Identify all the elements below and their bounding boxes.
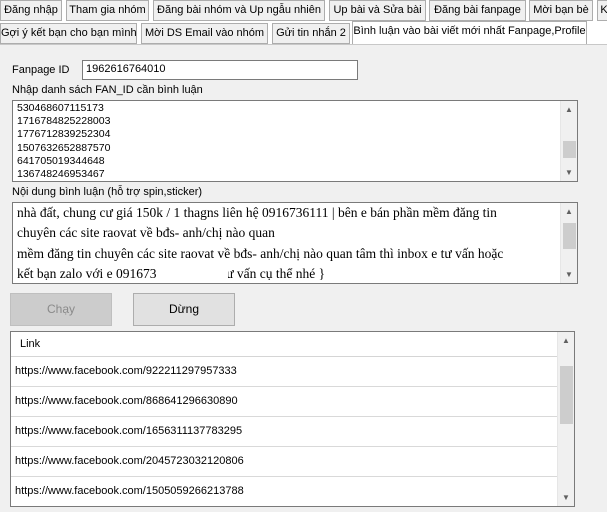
tab-login[interactable]: Đăng nhập: [0, 0, 62, 21]
fan-ids-label: Nhập danh sách FAN_ID cần bình luận: [12, 84, 203, 96]
table-row[interactable]: https://www.facebook.com/868641296630890: [11, 387, 558, 417]
tab-strip-secondary: Gợi ý kết bạn cho bạn mình Mời DS Email …: [0, 21, 607, 45]
comment-line: mềm đăng tin chuyên các site raovat về b…: [17, 245, 504, 261]
comment-text: nhà đất, chung cư giá 150k / 1 thagns li…: [17, 203, 557, 283]
tab-invite-email[interactable]: Mời DS Email vào nhóm: [141, 23, 268, 44]
fan-id-line: 641705019344648: [17, 154, 105, 167]
tab-group-post[interactable]: Đăng bài nhóm và Up ngẫu nhiên: [153, 0, 325, 21]
tab-more[interactable]: K: [597, 0, 607, 21]
comment-line: nhà đất, chung cư giá 150k / 1 thagns li…: [17, 205, 497, 220]
stop-button[interactable]: Dừng: [133, 293, 235, 326]
table-row[interactable]: https://www.facebook.com/165631113778329…: [11, 417, 558, 447]
result-links-grid[interactable]: Link https://www.facebook.com/9222112979…: [10, 331, 575, 507]
run-button[interactable]: Chạy: [10, 293, 112, 326]
redaction-smear: [313, 225, 438, 242]
fan-ids-scrollbar[interactable]: ▲ ▼: [560, 101, 577, 181]
tab-invite-friends[interactable]: Mời bạn bè: [529, 0, 593, 21]
fan-id-line: 1716784825228003: [17, 115, 111, 128]
tab-comment-latest-post[interactable]: Bình luận vào bài viết mới nhất Fanpage,…: [352, 21, 587, 44]
tab-up-edit-post[interactable]: Up bài và Sửa bài: [329, 0, 426, 21]
scroll-down-icon[interactable]: ▼: [558, 489, 574, 506]
scroll-up-icon[interactable]: ▲: [561, 101, 577, 118]
fan-id-line: 1507632652887570: [17, 141, 111, 154]
scroll-thumb[interactable]: [560, 366, 573, 424]
fan-ids-textarea[interactable]: 530468607115173 1716784825228003 1776712…: [12, 100, 578, 182]
tab-send-message-2[interactable]: Gửi tin nhắn 2: [272, 23, 350, 44]
redaction-smear: [178, 267, 228, 282]
fan-id-line: 1776712839252304: [17, 128, 111, 141]
tab-strip-primary: Đăng nhập Tham gia nhóm Đăng bài nhóm và…: [0, 0, 607, 22]
comment-line: kết bạn zalo với e 091673 để e tư vấn cụ…: [17, 265, 326, 281]
table-row[interactable]: https://www.facebook.com/204572303212080…: [11, 447, 558, 477]
scroll-thumb[interactable]: [563, 223, 576, 249]
grid-scrollbar[interactable]: ▲ ▼: [557, 332, 574, 506]
fanpage-id-input[interactable]: 1962616764010: [82, 60, 358, 80]
table-row[interactable]: https://www.facebook.com/150505926621378…: [11, 477, 558, 506]
scroll-up-icon[interactable]: ▲: [558, 332, 574, 349]
fan-id-line: 530468607115173: [17, 102, 104, 114]
scroll-down-icon[interactable]: ▼: [561, 164, 577, 181]
table-row[interactable]: https://www.facebook.com/922211297957333: [11, 357, 558, 387]
tab-friend-suggest[interactable]: Gợi ý kết bạn cho bạn mình: [0, 23, 137, 44]
comment-line: chuyên các site raovat về bđs- anh/chị n…: [17, 225, 421, 241]
tab-fanpage-post[interactable]: Đăng bài fanpage: [429, 0, 526, 21]
tab-join-group[interactable]: Tham gia nhóm: [66, 0, 149, 21]
scroll-down-icon[interactable]: ▼: [561, 266, 577, 283]
scroll-up-icon[interactable]: ▲: [561, 203, 577, 220]
comment-label: Nội dung bình luận (hỗ trợ spin,sticker): [12, 186, 203, 198]
fanpage-id-label: Fanpage ID: [12, 64, 70, 76]
grid-column-header-link[interactable]: Link: [11, 332, 558, 357]
fan-id-list: 530468607115173 1716784825228003 1776712…: [17, 102, 110, 181]
comment-textarea[interactable]: nhà đất, chung cư giá 150k / 1 thagns li…: [12, 202, 578, 284]
scroll-thumb[interactable]: [563, 141, 576, 158]
fan-id-line: 136748246953467: [17, 168, 105, 181]
comment-scrollbar[interactable]: ▲ ▼: [560, 203, 577, 283]
